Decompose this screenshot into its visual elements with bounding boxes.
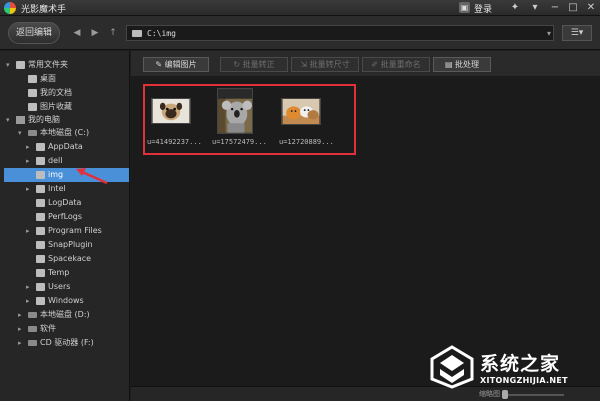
address-text[interactable]: C:\img	[147, 27, 176, 40]
view-mode-button[interactable]: ☰▾	[562, 25, 592, 41]
selected-row-highlight	[4, 168, 129, 182]
collapsed-toggle-icon[interactable]: ▸	[18, 337, 26, 349]
batch-rename-button[interactable]: ✐ 批量重命名	[362, 57, 430, 72]
maximize-button[interactable]: □	[566, 2, 580, 14]
thumbnail-filename: u=12720889...	[279, 138, 334, 146]
close-button[interactable]: ✕	[584, 2, 598, 14]
collapsed-toggle-icon[interactable]: ▸	[26, 225, 34, 237]
drive-icon	[28, 326, 37, 332]
folder-icon	[36, 213, 45, 221]
expanded-toggle-icon[interactable]: ▾	[6, 59, 14, 71]
drive-icon	[28, 130, 37, 136]
folder-icon	[36, 241, 45, 249]
desktop-icon	[28, 75, 37, 83]
rename-icon: ✐	[371, 60, 381, 69]
folder-icon	[36, 185, 45, 193]
batch-icon: ▤	[444, 60, 456, 69]
batch-resize-button[interactable]: ⇲ 批量转尺寸	[291, 57, 359, 72]
collapsed-toggle-icon[interactable]: ▸	[26, 295, 34, 307]
thumbnail-grid: u=41492237... u=17572479... u=12720889..…	[131, 78, 600, 386]
folder-tree: ▾ 常用文件夹 桌面 我的文档 图片收藏 ▾ 我的电脑 ▾ 本地磁盘 (C:) …	[0, 51, 130, 401]
folder-icon	[16, 61, 25, 69]
menu-icon[interactable]: ▾	[528, 2, 542, 14]
picture-icon	[28, 103, 37, 111]
drive-icon	[28, 312, 37, 318]
computer-icon	[16, 116, 25, 124]
resize-icon: ⇲	[300, 60, 310, 69]
thumbnail-item[interactable]: u=17572479...	[212, 88, 277, 150]
folder-icon	[36, 171, 45, 179]
cd-drive-icon	[28, 340, 37, 346]
collapsed-toggle-icon[interactable]: ▸	[26, 155, 34, 167]
thumbnail-filename: u=41492237...	[147, 138, 202, 146]
back-to-edit-button[interactable]: 返回编辑	[8, 22, 60, 44]
thumbnail-filename: u=17572479...	[212, 138, 267, 146]
watermark-url: XITONGZHIJIA.NET	[480, 376, 568, 385]
chevron-down-icon[interactable]: ▾	[547, 27, 551, 40]
edit-image-button[interactable]: ✎ 编辑图片	[143, 57, 209, 72]
red-arrow-annotation	[76, 168, 108, 185]
collapsed-toggle-icon[interactable]: ▸	[18, 323, 26, 335]
thumbnail-image[interactable]	[281, 98, 321, 125]
skin-icon[interactable]: ✦	[508, 2, 522, 14]
forward-arrow-icon[interactable]: ▶	[88, 25, 102, 41]
minimize-button[interactable]: −	[548, 2, 562, 14]
expanded-toggle-icon[interactable]: ▾	[18, 127, 26, 139]
collapsed-toggle-icon[interactable]: ▸	[26, 141, 34, 153]
thumbnail-item[interactable]: u=12720889...	[279, 88, 341, 150]
toolbar: 返回编辑 ◀ ▶ ↑ C:\img ▾ ☰▾	[0, 16, 600, 50]
folder-icon	[36, 297, 45, 305]
folder-icon	[36, 255, 45, 263]
thumbnail-image[interactable]	[217, 88, 253, 134]
address-bar[interactable]: C:\img ▾	[126, 25, 554, 41]
collapsed-toggle-icon[interactable]: ▸	[26, 281, 34, 293]
action-bar: ✎ 编辑图片 ↻ 批量转正 ⇲ 批量转尺寸 ✐ 批量重命名 ▤ 批处理	[131, 51, 600, 77]
up-arrow-icon[interactable]: ↑	[106, 25, 120, 41]
watermark-logo-icon	[430, 345, 474, 389]
folder-icon	[36, 283, 45, 291]
folder-icon	[36, 157, 45, 165]
watermark-name: 系统之家	[480, 353, 561, 375]
expanded-toggle-icon[interactable]: ▾	[6, 114, 14, 126]
title-bar: 光影魔术手 ▣ 登录 ✦ ▾ − □ ✕	[0, 0, 600, 16]
rotate-icon: ↻	[233, 60, 243, 69]
app-title: 光影魔术手	[21, 5, 67, 15]
folder-icon	[36, 199, 45, 207]
folder-icon	[36, 227, 45, 235]
document-icon	[28, 89, 37, 97]
app-logo-icon	[4, 2, 16, 14]
batch-rotate-button[interactable]: ↻ 批量转正	[220, 57, 288, 72]
watermark: 系统之家 XITONGZHIJIA.NET	[430, 343, 598, 399]
collapsed-toggle-icon[interactable]: ▸	[18, 309, 26, 321]
folder-icon	[132, 30, 142, 37]
batch-process-button[interactable]: ▤ 批处理	[433, 57, 491, 72]
user-icon[interactable]: ▣	[459, 2, 470, 13]
folder-icon	[36, 143, 45, 151]
folder-icon	[36, 269, 45, 277]
collapsed-toggle-icon[interactable]: ▸	[26, 183, 34, 195]
thumbnail-item[interactable]: u=41492237...	[147, 88, 211, 150]
thumbnail-image[interactable]	[151, 98, 191, 124]
pencil-icon: ✎	[155, 60, 165, 69]
back-arrow-icon[interactable]: ◀	[70, 25, 84, 41]
login-button[interactable]: 登录	[474, 2, 492, 15]
